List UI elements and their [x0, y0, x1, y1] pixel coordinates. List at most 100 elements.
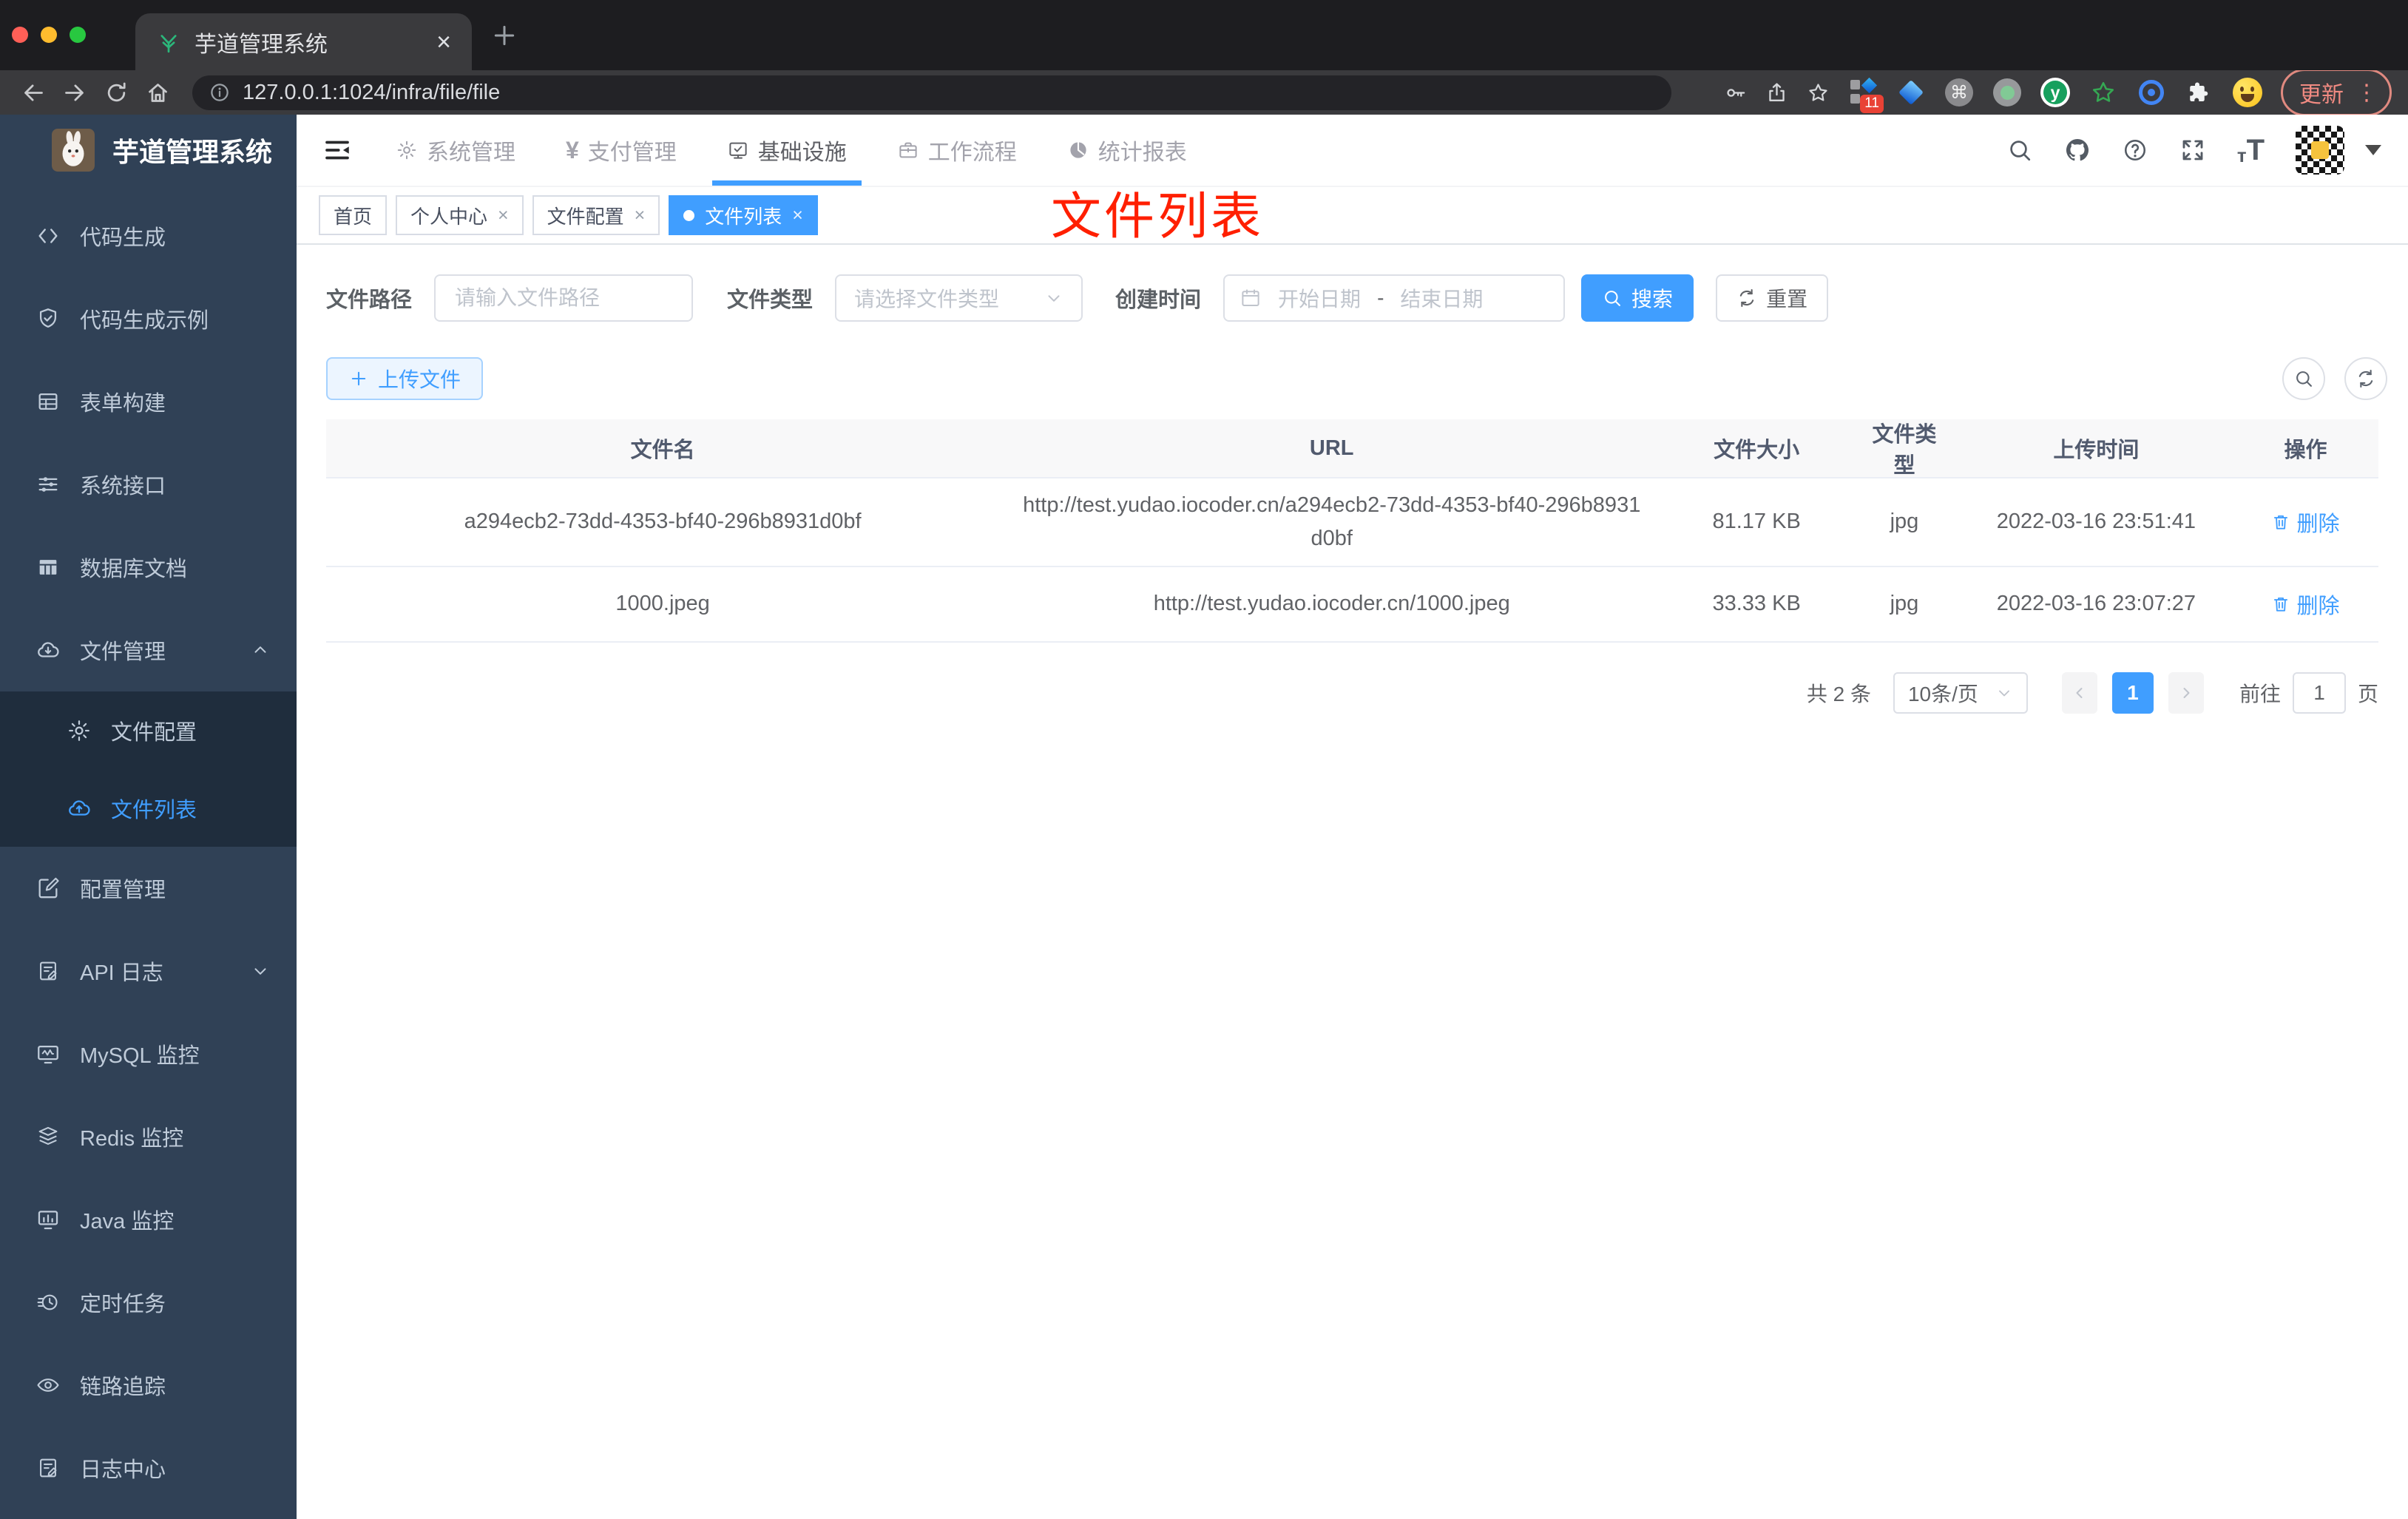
github-icon[interactable]	[2064, 137, 2091, 163]
cell-filename: a294ecb2-73dd-4353-bf40-296b8931d0bf	[464, 510, 862, 534]
browser-update-button[interactable]: 更新 ⋮	[2281, 69, 2392, 116]
home-icon[interactable]	[141, 75, 175, 109]
search-button[interactable]: 搜索	[1581, 274, 1694, 322]
back-icon[interactable]	[16, 75, 50, 109]
sidebar-item-redis-monitor[interactable]: Redis 监控	[0, 1095, 297, 1178]
hamburger-icon[interactable]	[322, 135, 353, 166]
screen: 芋道管理系统 × 127.0.0.1:1024/infra/file/file …	[0, 0, 2408, 1519]
sidebar-item-system-api[interactable]: 系统接口	[0, 443, 297, 526]
date-range-picker[interactable]: 开始日期 - 结束日期	[1223, 274, 1566, 322]
chevron-down-icon	[251, 961, 270, 981]
sidebar-item-trace[interactable]: 链路追踪	[0, 1344, 297, 1427]
col-header-action: 操作	[2284, 439, 2327, 462]
reset-button[interactable]: 重置	[1716, 274, 1829, 322]
tag-file-list[interactable]: 文件列表 ×	[669, 195, 818, 235]
end-date-placeholder[interactable]: 结束日期	[1400, 283, 1483, 313]
cell-type: jpg	[1890, 592, 1919, 616]
sidebar-item-db-doc[interactable]: 数据库文档	[0, 526, 297, 609]
tag-home[interactable]: 首页	[319, 195, 388, 235]
tab-close-icon[interactable]: ×	[436, 30, 451, 55]
extension-kite-icon[interactable]	[1896, 78, 1926, 107]
extension-eye-icon[interactable]	[2137, 78, 2166, 107]
topnav-report[interactable]: 统计报表	[1042, 115, 1212, 186]
page-number-button[interactable]: 1	[2111, 671, 2154, 714]
pagination-total: 共 2 条	[1806, 682, 1871, 706]
cell-type: jpg	[1890, 510, 1919, 534]
next-page-button[interactable]	[2168, 671, 2204, 714]
cell-url: http://test.yudao.iocoder.cn/a294ecb2-73…	[1023, 493, 1641, 550]
extension-y-icon[interactable]: y	[2040, 78, 2070, 107]
delete-button[interactable]: 删除	[2271, 507, 2339, 538]
key-icon[interactable]	[1724, 81, 1747, 104]
sidebar-item-config-management[interactable]: 配置管理	[0, 847, 297, 930]
logo-row[interactable]: 芋道管理系统	[0, 115, 297, 186]
sidebar-item-file-config[interactable]: 文件配置	[0, 691, 297, 769]
help-icon[interactable]	[2122, 137, 2148, 163]
tag-file-config[interactable]: 文件配置 ×	[532, 195, 660, 235]
browser-toolbar: 127.0.0.1:1024/infra/file/file 11 ⌘ y 更新…	[0, 69, 2408, 116]
forward-icon[interactable]	[58, 75, 92, 109]
sidebar-item-scheduled-tasks[interactable]: 定时任务	[0, 1261, 297, 1344]
browser-tab-title: 芋道管理系统	[195, 32, 328, 57]
topnav-workflow[interactable]: 工作流程	[872, 115, 1042, 186]
sidebar-item-api-log[interactable]: API 日志	[0, 930, 297, 1012]
puzzle-icon[interactable]	[2185, 78, 2214, 107]
browser-tab-strip: 芋道管理系统 ×	[0, 0, 2408, 70]
extension-command-icon[interactable]: ⌘	[1944, 78, 1974, 107]
goto-page-input[interactable]	[2292, 671, 2346, 714]
sidebar-item-file-list[interactable]: 文件列表	[0, 769, 297, 847]
close-window-button[interactable]	[12, 27, 28, 43]
sidebar-item-file-management[interactable]: 文件管理	[0, 609, 297, 691]
start-date-placeholder[interactable]: 开始日期	[1278, 283, 1361, 313]
extension-star-icon[interactable]	[2089, 78, 2118, 107]
reload-icon[interactable]	[99, 75, 133, 109]
zoom-window-button[interactable]	[70, 27, 86, 43]
content: 文件路径 文件类型 请选择文件类型 创建时间 开始日期 - 结束日期 搜索	[297, 245, 2408, 1519]
sidebar-item-java-monitor[interactable]: Java 监控	[0, 1178, 297, 1261]
plus-icon	[348, 368, 369, 389]
browser-menu-icon[interactable]: ⋮	[2355, 80, 2378, 106]
trash-icon	[2271, 595, 2290, 614]
new-tab-button[interactable]	[490, 21, 519, 50]
prev-page-button[interactable]	[2061, 671, 2097, 714]
browser-tab[interactable]: 芋道管理系统 ×	[135, 13, 472, 70]
file-path-input[interactable]	[434, 274, 694, 322]
address-bar[interactable]: 127.0.0.1:1024/infra/file/file	[192, 75, 1671, 110]
extension-grid-icon[interactable]: 11	[1848, 77, 1884, 113]
close-icon[interactable]: ×	[792, 205, 803, 226]
fullscreen-icon[interactable]	[2179, 137, 2206, 163]
close-icon[interactable]: ×	[498, 205, 509, 226]
sidebar-item-code-gen[interactable]: 代码生成	[0, 194, 297, 277]
bookmark-star-icon[interactable]	[1807, 81, 1830, 104]
col-header-size: 文件大小	[1714, 439, 1800, 462]
sidebar-item-code-demo[interactable]: 代码生成示例	[0, 277, 297, 360]
minimize-window-button[interactable]	[41, 27, 57, 43]
upload-file-button[interactable]: 上传文件	[326, 357, 484, 400]
cell-time: 2022-03-16 23:51:41	[1996, 510, 2196, 534]
topnav-system[interactable]: 系统管理	[371, 115, 541, 186]
magnifier-icon	[2293, 368, 2314, 389]
delete-button[interactable]: 删除	[2271, 589, 2339, 620]
topnav-infrastructure[interactable]: 基础设施	[702, 115, 872, 186]
font-size-icon[interactable]: тT	[2237, 134, 2265, 167]
close-icon[interactable]: ×	[635, 205, 646, 226]
table-search-toggle-button[interactable]	[2282, 357, 2325, 400]
topnav-payment[interactable]: ¥ 支付管理	[541, 115, 702, 186]
extension-emoji-icon[interactable]	[2233, 78, 2262, 107]
table-refresh-button[interactable]	[2344, 357, 2387, 400]
sidebar-item-form-builder[interactable]: 表单构建	[0, 360, 297, 443]
extension-dot-icon[interactable]	[1992, 78, 2022, 107]
page-size-select[interactable]: 10条/页	[1893, 671, 2028, 714]
top-bar-right: тT	[2006, 126, 2408, 175]
sidebar-item-mysql-monitor[interactable]: MySQL 监控	[0, 1012, 297, 1095]
info-icon[interactable]	[209, 81, 231, 104]
search-icon[interactable]	[2006, 137, 2033, 163]
avatar[interactable]	[2296, 126, 2344, 175]
tag-profile[interactable]: 个人中心 ×	[396, 195, 524, 235]
avatar-caret-icon[interactable]	[2365, 145, 2381, 155]
filter-row: 文件路径 文件类型 请选择文件类型 创建时间 开始日期 - 结束日期 搜索	[326, 274, 2378, 322]
gear-icon	[396, 139, 418, 161]
sidebar-item-log-center[interactable]: 日志中心	[0, 1427, 297, 1509]
share-icon[interactable]	[1765, 81, 1788, 104]
file-type-select[interactable]: 请选择文件类型	[835, 274, 1083, 322]
